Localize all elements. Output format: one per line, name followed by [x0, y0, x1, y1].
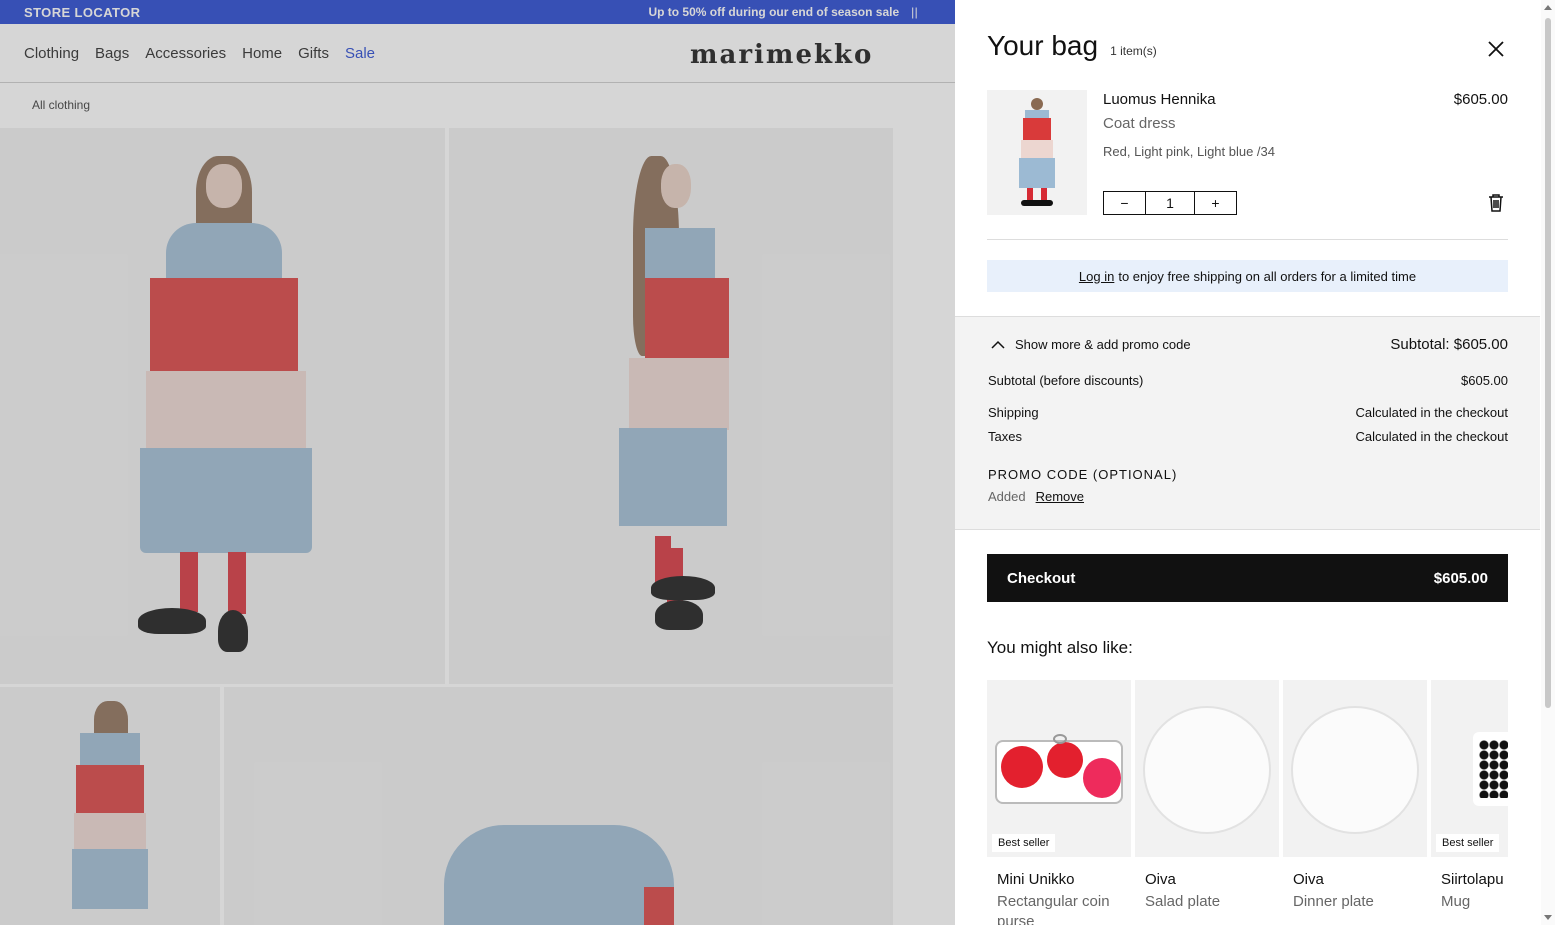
bag-item-variant: Red, Light pink, Light blue /34 — [1103, 144, 1276, 159]
reco-name[interactable]: Oiva — [1135, 871, 1279, 888]
bag-title: Your bag — [987, 30, 1099, 61]
reco-subtitle: Salad plate — [1145, 893, 1221, 910]
quantity-value[interactable]: 1 — [1145, 192, 1195, 214]
reco-image-coin-purse[interactable]: Best seller — [987, 680, 1131, 857]
recommendations-heading: You might also like: — [987, 638, 1133, 657]
recommendations-carousel: Best seller Mini Unikko Rectangular coin… — [987, 680, 1508, 925]
purse-flower-3 — [1083, 758, 1121, 798]
order-summary: Show more & add promo code Subtotal: $60… — [955, 316, 1540, 530]
plate — [1291, 706, 1419, 834]
checkout-label: Checkout — [1007, 569, 1076, 587]
bag-item-count: 1 item(s) — [1110, 44, 1157, 58]
reco-image-salad-plate[interactable] — [1135, 680, 1279, 857]
bag-item-name[interactable]: Luomus Hennika — [1103, 91, 1216, 108]
promo-added-text: Added — [988, 489, 1026, 504]
reco-name[interactable]: Mini Unikko — [987, 871, 1131, 888]
subtotal-header: Subtotal: $605.00 — [1390, 336, 1508, 353]
show-more-promo-toggle[interactable]: Show more & add promo code — [991, 337, 1191, 352]
bag-item-thumbnail[interactable] — [987, 90, 1087, 215]
scroll-down-arrow[interactable] — [1544, 915, 1552, 920]
free-shipping-notice: Log in to enjoy free shipping on all ord… — [987, 260, 1508, 292]
drawer-scrollbar[interactable] — [1541, 0, 1555, 925]
promo-code-label: PROMO CODE (OPTIONAL) — [988, 467, 1178, 482]
thumb-dress-pink — [1021, 140, 1053, 158]
thumb-dress-hem — [1019, 158, 1055, 188]
bag-header: Your bag 1 item(s) — [987, 30, 1157, 62]
reco-card[interactable]: Oiva Salad plate — [1135, 680, 1279, 912]
best-seller-badge: Best seller — [992, 834, 1056, 852]
promo-remove-link[interactable]: Remove — [1036, 489, 1084, 504]
reco-image-dinner-plate[interactable] — [1283, 680, 1427, 857]
thumb-dress-red — [1023, 118, 1051, 140]
thumb-dress-blue — [1025, 110, 1049, 118]
summary-row-value: Calculated in the checkout — [1355, 405, 1508, 420]
scroll-up-arrow[interactable] — [1544, 5, 1552, 10]
summary-row-taxes: Taxes Calculated in the checkout — [988, 429, 1508, 444]
reco-name[interactable]: Siirtolapu — [1431, 871, 1508, 888]
reco-image-mug[interactable]: Best seller — [1431, 680, 1508, 857]
purse-flower-1 — [1001, 746, 1043, 788]
reco-card[interactable]: Best seller Mini Unikko Rectangular coin… — [987, 680, 1131, 925]
free-shipping-text: to enjoy free shipping on all orders for… — [1118, 268, 1417, 284]
product-page-background: STORE LOCATOR Up to 50% off during our e… — [0, 0, 955, 925]
reco-card[interactable]: Oiva Dinner plate — [1283, 680, 1427, 912]
reco-subtitle: Dinner plate — [1293, 893, 1374, 910]
bag-drawer: Your bag 1 item(s) Luomus Hennika Coat d… — [955, 0, 1555, 925]
increase-quantity-button[interactable]: + — [1195, 192, 1236, 214]
page: STORE LOCATOR Up to 50% off during our e… — [0, 0, 1555, 925]
summary-row-shipping: Shipping Calculated in the checkout — [988, 405, 1508, 420]
reco-subtitle: Rectangular coin purse — [997, 893, 1110, 925]
trash-icon[interactable] — [1487, 193, 1505, 213]
summary-row-label: Subtotal (before discounts) — [988, 373, 1144, 388]
mug-dots — [1479, 740, 1508, 798]
reco-subtitle: Mug — [1441, 893, 1471, 910]
summary-row-label: Shipping — [988, 405, 1039, 420]
close-icon[interactable] — [1485, 38, 1507, 60]
bag-line-item: Luomus Hennika Coat dress Red, Light pin… — [987, 90, 1508, 240]
checkout-button[interactable]: Checkout $605.00 — [987, 554, 1508, 602]
best-seller-badge: Best seller — [1436, 834, 1500, 852]
chevron-up-icon — [991, 340, 1005, 349]
summary-row-subtotal: Subtotal (before discounts) $605.00 — [988, 373, 1508, 388]
show-more-label: Show more & add promo code — [1015, 337, 1191, 352]
modal-backdrop[interactable] — [0, 0, 955, 925]
thumb-shoes — [1021, 200, 1053, 206]
reco-card[interactable]: Best seller Siirtolapu Mug — [1431, 680, 1508, 912]
plate — [1143, 706, 1271, 834]
purse-clasp — [1053, 734, 1067, 744]
bag-item-type: Coat dress — [1103, 115, 1176, 132]
purse-flower-2 — [1047, 742, 1083, 778]
scroll-thumb[interactable] — [1545, 18, 1551, 708]
quantity-stepper: − 1 + — [1103, 191, 1237, 215]
summary-row-value: Calculated in the checkout — [1355, 429, 1508, 444]
login-link[interactable]: Log in — [1079, 269, 1114, 284]
summary-row-value: $605.00 — [1461, 373, 1508, 388]
thumb-model-head — [1031, 98, 1043, 110]
summary-row-label: Taxes — [988, 429, 1022, 444]
checkout-price: $605.00 — [1433, 569, 1488, 587]
reco-name[interactable]: Oiva — [1283, 871, 1427, 888]
bag-item-price: $605.00 — [1453, 91, 1508, 108]
decrease-quantity-button[interactable]: − — [1104, 192, 1145, 214]
promo-code-status: Added Remove — [988, 489, 1084, 504]
